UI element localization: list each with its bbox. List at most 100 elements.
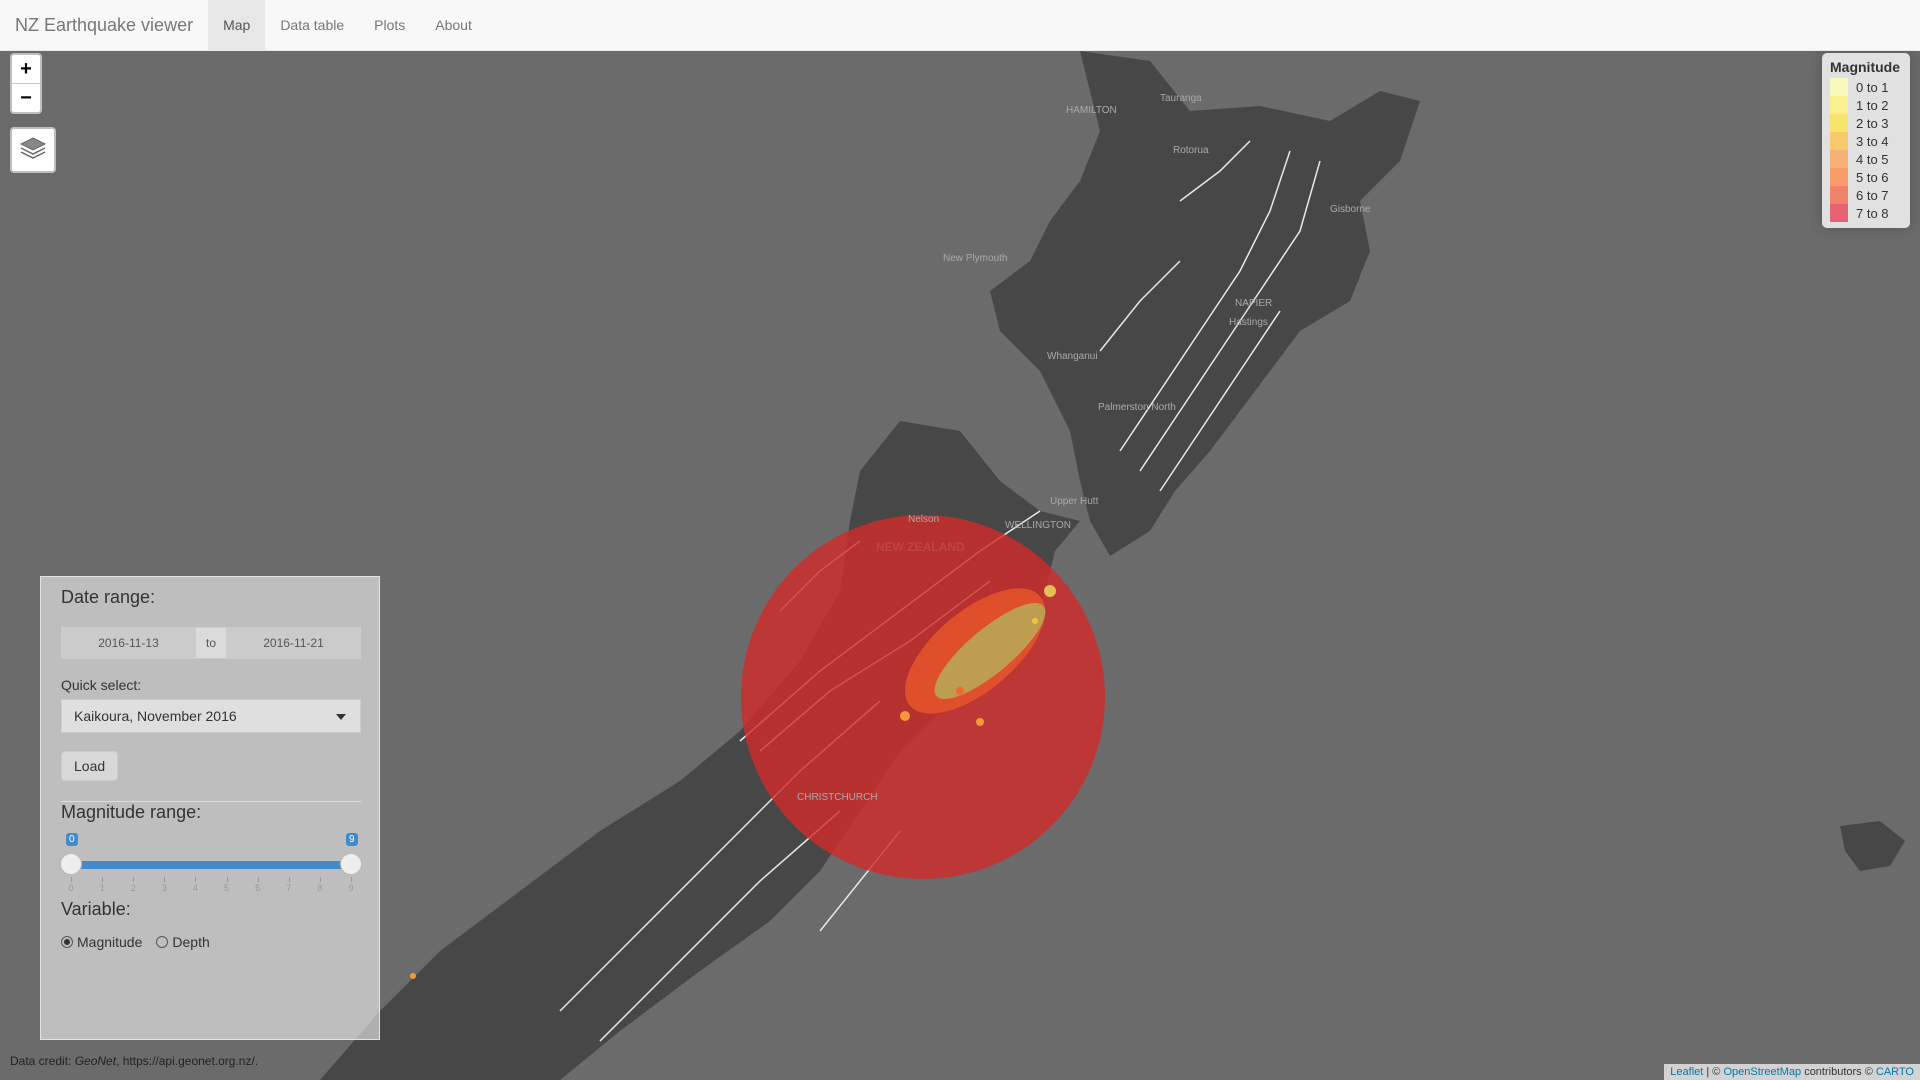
control-panel: Date range: 2016-11-13 to 2016-11-21 Qui… <box>40 576 380 1040</box>
place-label: CHRISTCHURCH <box>797 792 878 803</box>
tab-about[interactable]: About <box>420 0 487 50</box>
slider-handle-min[interactable] <box>60 853 82 875</box>
zoom-out-button[interactable]: − <box>12 84 40 112</box>
place-label: Upper Hutt <box>1050 496 1099 507</box>
legend-swatch <box>1830 186 1848 204</box>
place-label: Gisborne <box>1330 204 1371 215</box>
slider-tick-mark <box>71 877 72 882</box>
attribution-contrib: contributors © <box>1804 1066 1873 1078</box>
legend-item: 0 to 1 <box>1830 78 1902 96</box>
slider-tick-mark <box>195 877 197 882</box>
magnitude-legend: Magnitude 0 to 1 1 to 2 2 to 3 3 to 4 4 to 5… <box>1822 53 1910 228</box>
date-range-input: 2016-11-13 to 2016-11-21 <box>61 627 361 659</box>
legend-label: 7 to 8 <box>1856 205 1889 221</box>
slider-tick-mark <box>351 877 352 882</box>
north-island <box>990 51 1420 556</box>
legend-item: 3 to 4 <box>1830 132 1902 150</box>
credit-source: GeoNet <box>74 1054 117 1068</box>
app-title[interactable]: NZ Earthquake viewer <box>0 0 208 50</box>
load-button[interactable]: Load <box>61 751 119 781</box>
map-attribution: Leaflet | © OpenStreetMap contributors ©… <box>1664 1064 1920 1080</box>
legend-label: 2 to 3 <box>1856 115 1889 131</box>
radio-magnitude[interactable]: Magnitude <box>61 934 142 950</box>
radio-magnitude-circle[interactable] <box>61 936 73 948</box>
osm-link[interactable]: OpenStreetMap <box>1723 1066 1801 1078</box>
slider-ticks: 0 1 2 3 4 5 6 7 8 9 <box>68 877 354 897</box>
slider-tick-label: 1 <box>99 883 105 893</box>
place-label: New Plymouth <box>943 253 1007 264</box>
radio-magnitude-label: Magnitude <box>77 934 143 950</box>
legend-item: 4 to 5 <box>1830 150 1902 168</box>
slider-tick-label: 6 <box>255 883 261 893</box>
data-credit: Data credit: GeoNet, https://api.geonet.… <box>10 1054 258 1068</box>
navbar: NZ Earthquake viewer Map Data table Plot… <box>0 0 1920 51</box>
date-from-input[interactable]: 2016-11-13 <box>62 628 195 658</box>
slider-tick-label: 9 <box>348 883 354 893</box>
attribution-sep: | © <box>1706 1066 1721 1078</box>
slider-track[interactable] <box>71 861 351 869</box>
legend-swatch <box>1830 78 1848 96</box>
legend-swatch <box>1830 168 1848 186</box>
slider-tick-mark <box>319 877 321 882</box>
legend-label: 5 to 6 <box>1856 169 1889 185</box>
slider-handle-max[interactable] <box>340 853 362 875</box>
legend-swatch <box>1830 204 1848 222</box>
legend-label: 4 to 5 <box>1856 151 1889 167</box>
slider-max-label: 9 <box>346 833 358 846</box>
legend-item: 6 to 7 <box>1830 186 1902 204</box>
variable-title: Variable: <box>61 899 131 919</box>
legend-swatch <box>1830 132 1848 150</box>
slider-min-label: 0 <box>66 833 78 846</box>
place-label: Nelson <box>908 514 939 525</box>
slider-tick-mark <box>164 877 166 882</box>
legend-item: 5 to 6 <box>1830 168 1902 186</box>
magnitude-range-slider[interactable]: 0 9 0 1 2 3 4 5 6 7 8 9 <box>60 833 362 899</box>
tab-data-table[interactable]: Data table <box>265 0 359 50</box>
layers-icon <box>19 134 47 167</box>
date-range-title: Date range: <box>61 587 156 607</box>
credit-suffix: , https://api.geonet.org.nz/. <box>116 1054 259 1068</box>
tab-plots[interactable]: Plots <box>359 0 420 50</box>
legend-item: 7 to 8 <box>1830 204 1902 222</box>
legend-label: 6 to 7 <box>1856 187 1889 203</box>
credit-prefix: Data credit: <box>10 1054 72 1068</box>
quick-select-value: Kaikoura, November 2016 <box>74 708 237 724</box>
radio-depth[interactable]: Depth <box>156 934 210 950</box>
radio-depth-circle[interactable] <box>156 936 169 948</box>
legend-item: 1 to 2 <box>1830 96 1902 114</box>
legend-item: 2 to 3 <box>1830 114 1902 132</box>
place-label: HAMILTON <box>1066 105 1117 116</box>
slider-tick-mark <box>226 877 228 882</box>
slider-tick-mark <box>133 877 135 882</box>
place-label: NAPIER <box>1235 298 1272 309</box>
slider-tick-label: 2 <box>130 883 136 893</box>
slider-tick-label: 3 <box>161 883 167 893</box>
layers-button[interactable] <box>10 127 56 173</box>
zoom-in-button[interactable]: + <box>12 55 40 84</box>
legend-swatch <box>1830 114 1848 132</box>
place-label: Tauranga <box>1160 93 1202 104</box>
legend-swatch <box>1830 96 1848 114</box>
zoom-control: + − <box>10 53 42 114</box>
slider-tick-mark <box>102 877 104 882</box>
quick-select-dropdown[interactable]: Kaikoura, November 2016 <box>61 699 361 733</box>
legend-swatch <box>1830 150 1848 168</box>
legend-label: 1 to 2 <box>1856 97 1889 113</box>
slider-tick-label: 7 <box>286 883 292 893</box>
place-label: Whanganui <box>1047 351 1098 362</box>
legend-label: 0 to 1 <box>1856 79 1889 95</box>
tab-map[interactable]: Map <box>208 0 266 50</box>
carto-link[interactable]: CARTO <box>1876 1066 1914 1078</box>
variable-radio-group: Magnitude Depth <box>61 934 359 950</box>
magnitude-range-title: Magnitude range: <box>61 802 202 822</box>
chatham-island <box>1840 821 1905 871</box>
slider-tick-label: 5 <box>224 883 230 893</box>
date-to-input[interactable]: 2016-11-21 <box>227 628 360 658</box>
slider-tick-mark <box>288 877 290 882</box>
leaflet-link[interactable]: Leaflet <box>1670 1066 1703 1078</box>
slider-tick-mark <box>257 877 259 882</box>
slider-tick-label: 8 <box>317 883 323 893</box>
radio-depth-label: Depth <box>172 934 210 950</box>
place-label: NEW ZEALAND <box>876 540 965 554</box>
place-label: WELLINGTON <box>1005 520 1071 531</box>
